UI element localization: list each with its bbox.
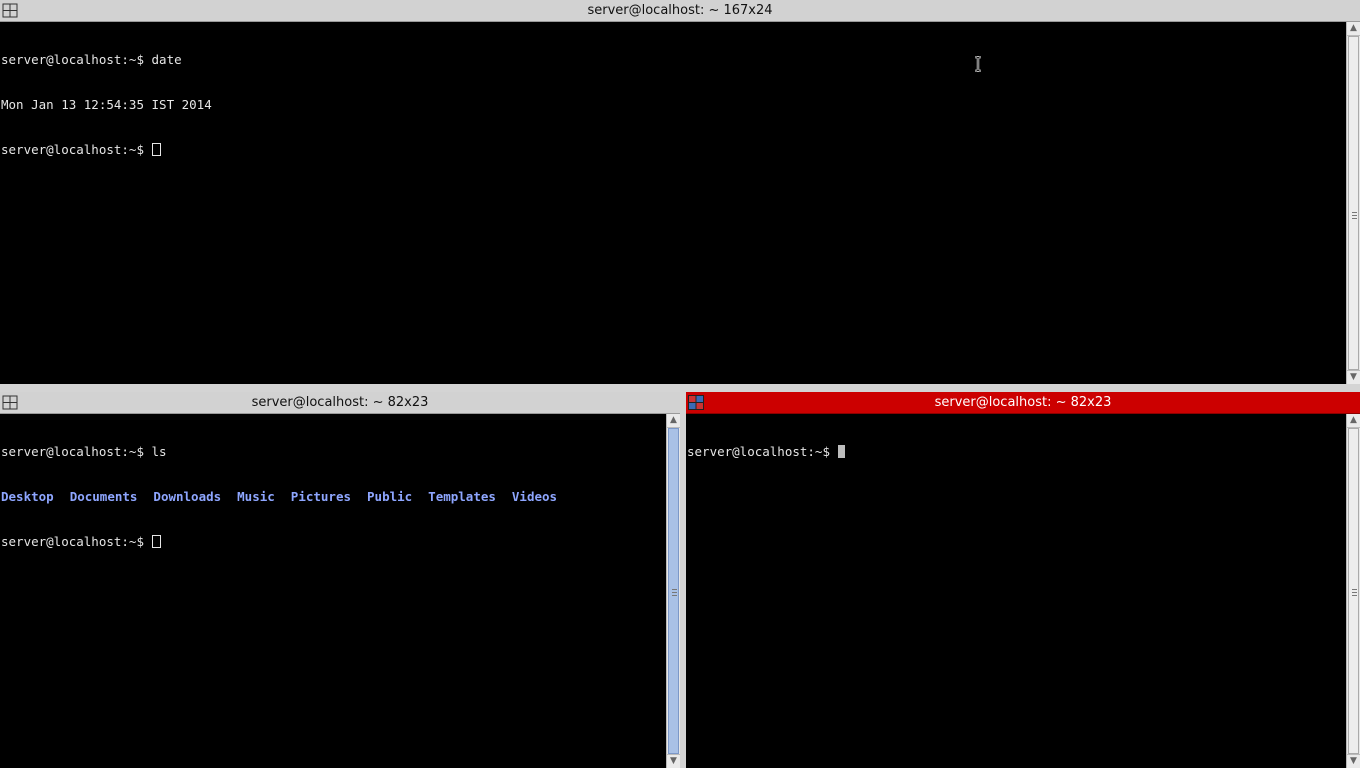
scrollbar-top[interactable]: ▲ ▼ bbox=[1346, 22, 1360, 384]
ibeam-cursor-icon bbox=[975, 56, 981, 72]
directory-entry: Pictures bbox=[290, 489, 352, 504]
terminal-window-top[interactable]: server@localhost: ~ 167x24 server@localh… bbox=[0, 0, 1360, 384]
prompt-line: server@localhost:~$ bbox=[687, 444, 1346, 459]
window-menu-icon[interactable] bbox=[2, 395, 18, 410]
scroll-up-button[interactable]: ▲ bbox=[1347, 22, 1360, 36]
directory-entry: Music bbox=[237, 489, 275, 504]
directory-entry: Public bbox=[367, 489, 413, 504]
scroll-thumb[interactable] bbox=[1348, 36, 1359, 370]
terminal-output[interactable]: server@localhost:~$ ls Desktop Documents D… bbox=[0, 414, 666, 768]
titlebar-bottom-right[interactable]: server@localhost: ~ 82x23 bbox=[686, 392, 1360, 414]
scroll-down-button[interactable]: ▼ bbox=[667, 754, 680, 768]
prompt-line: server@localhost:~$ bbox=[1, 534, 666, 549]
window-menu-icon[interactable] bbox=[2, 3, 18, 18]
scroll-down-button[interactable]: ▼ bbox=[1347, 754, 1360, 768]
window-title: server@localhost: ~ 167x24 bbox=[587, 3, 773, 18]
directory-entry: Downloads bbox=[153, 489, 222, 504]
scroll-thumb[interactable] bbox=[1348, 428, 1359, 754]
titlebar-bottom-left[interactable]: server@localhost: ~ 82x23 bbox=[0, 392, 680, 414]
terminal-line: server@localhost:~$ ls bbox=[1, 444, 167, 459]
terminal-window-bottom-left[interactable]: server@localhost: ~ 82x23 server@localho… bbox=[0, 392, 680, 768]
window-menu-icon[interactable] bbox=[688, 395, 704, 410]
prompt-line: server@localhost:~$ bbox=[1, 142, 1346, 157]
terminal-output[interactable]: server@localhost:~$ date Mon Jan 13 12:5… bbox=[0, 22, 1346, 384]
directory-entry: Videos bbox=[511, 489, 558, 504]
directory-entry: Documents bbox=[69, 489, 138, 504]
scroll-up-button[interactable]: ▲ bbox=[1347, 414, 1360, 428]
scrollbar-bottom-right[interactable]: ▲ ▼ bbox=[1346, 414, 1360, 768]
text-cursor bbox=[837, 445, 845, 458]
directory-entry: Templates bbox=[428, 489, 496, 504]
terminal-window-bottom-right[interactable]: server@localhost: ~ 82x23 server@localho… bbox=[686, 392, 1360, 768]
titlebar-top[interactable]: server@localhost: ~ 167x24 bbox=[0, 0, 1360, 22]
prompt-text: server@localhost:~$ bbox=[687, 444, 838, 459]
terminal-line: Mon Jan 13 12:54:35 IST 2014 bbox=[1, 97, 212, 112]
scroll-up-button[interactable]: ▲ bbox=[667, 414, 680, 428]
scroll-thumb[interactable] bbox=[668, 428, 679, 754]
window-title: server@localhost: ~ 82x23 bbox=[934, 395, 1112, 410]
prompt-text: server@localhost:~$ bbox=[1, 142, 152, 157]
directory-entry: Desktop bbox=[1, 489, 54, 504]
directory-listing: Desktop Documents Downloads Music Pictures Pu… bbox=[1, 489, 666, 504]
text-cursor bbox=[151, 535, 161, 548]
terminal-line: server@localhost:~$ date bbox=[1, 52, 182, 67]
terminal-output[interactable]: server@localhost:~$ bbox=[686, 414, 1346, 768]
text-cursor bbox=[151, 143, 161, 156]
horizontal-splitter[interactable] bbox=[0, 384, 1360, 392]
scrollbar-bottom-left[interactable]: ▲ ▼ bbox=[666, 414, 680, 768]
scroll-down-button[interactable]: ▼ bbox=[1347, 370, 1360, 384]
prompt-text: server@localhost:~$ bbox=[1, 534, 152, 549]
window-title: server@localhost: ~ 82x23 bbox=[251, 395, 429, 410]
